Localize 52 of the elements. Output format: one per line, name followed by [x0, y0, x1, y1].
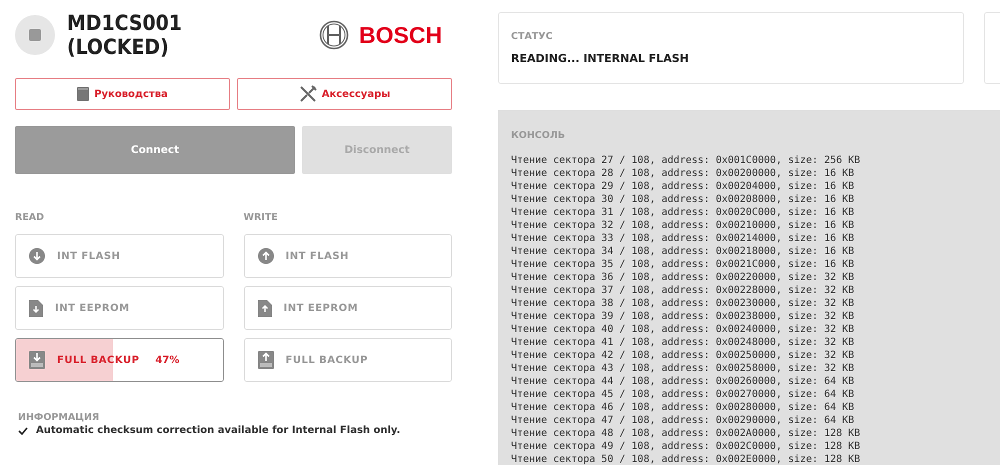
link-button[interactable]: Руководства [15, 78, 230, 110]
operation-button[interactable]: INT EEPROM [15, 286, 224, 330]
console-line: Чтение сектора 29 / 108, address: 0x00204000, size: 16 KB [511, 180, 854, 193]
up-arrow-circle-icon [258, 248, 274, 264]
operation-button[interactable]: INT FLASH [15, 234, 224, 278]
console-line: Чтение сектора 36 / 108, address: 0x00220000, size: 32 KB [511, 271, 854, 284]
console-line: Чтение сектора 44 / 108, address: 0x00260000, size: 64 KB [511, 375, 854, 388]
console-line: Чтение сектора 28 / 108, address: 0x00200000, size: 16 KB [511, 167, 854, 180]
operation-button[interactable]: FULL BACKUP 47% [15, 338, 224, 382]
console-line: Чтение сектора 50 / 108, address: 0x002E0000, size: 128 KB [511, 453, 860, 465]
brand-logo-icon [319, 20, 349, 50]
console-line: Чтение сектора 46 / 108, address: 0x00280000, size: 64 KB [511, 401, 854, 414]
console-line: Чтение сектора 41 / 108, address: 0x00248000, size: 32 KB [511, 336, 854, 349]
console-line: Чтение сектора 49 / 108, address: 0x002C0000, size: 128 KB [511, 440, 860, 453]
console-line: Чтение сектора 30 / 108, address: 0x00208000, size: 16 KB [511, 193, 854, 206]
status-value: READING... INTERNAL FLASH [511, 52, 690, 65]
console-line: Чтение сектора 33 / 108, address: 0x00214000, size: 16 KB [511, 232, 854, 245]
console-line: Чтение сектора 32 / 108, address: 0x00210000, size: 16 KB [511, 219, 854, 232]
console-title: КОНСОЛЬ [511, 130, 566, 141]
console-line: Чтение сектора 48 / 108, address: 0x002A0000, size: 128 KB [511, 427, 860, 440]
console-line: Чтение сектора 40 / 108, address: 0x00240000, size: 32 KB [511, 323, 854, 336]
console-line: Чтение сектора 31 / 108, address: 0x0020C000, size: 16 KB [511, 206, 854, 219]
section-title: READ [15, 212, 46, 223]
operation-button[interactable]: INT EEPROM [244, 286, 452, 330]
book-icon [77, 87, 90, 101]
operation-button[interactable]: INT FLASH [244, 234, 452, 278]
chip-avatar [15, 15, 55, 55]
console-line: Чтение сектора 34 / 108, address: 0x00218000, size: 16 KB [511, 245, 854, 258]
console-line: Чтение сектора 45 / 108, address: 0x00270000, size: 64 KB [511, 388, 854, 401]
check-icon [18, 426, 28, 434]
console-line: Чтение сектора 39 / 108, address: 0x00238000, size: 32 KB [511, 310, 854, 323]
status-title: СТАТУС [511, 31, 554, 42]
console-line: Чтение сектора 35 / 108, address: 0x0021C000, size: 16 KB [511, 258, 854, 271]
console-line: Чтение сектора 37 / 108, address: 0x00228000, size: 32 KB [511, 284, 854, 297]
document-arrow-icon [258, 300, 272, 316]
console-line: Чтение сектора 42 / 108, address: 0x00250000, size: 32 KB [511, 349, 854, 362]
info-title: ИНФОРМАЦИЯ [18, 412, 100, 423]
console-line: Чтение сектора 47 / 108, address: 0x00290000, size: 64 KB [511, 414, 854, 427]
down-arrow-circle-icon [29, 248, 45, 264]
connection-button[interactable]: Connect [15, 126, 295, 174]
tools-icon [298, 85, 317, 103]
console-line: Чтение сектора 43 / 108, address: 0x00258000, size: 32 KB [511, 362, 854, 375]
brand-name: BOSCH [359, 22, 442, 48]
device-title: MD1CS001 (LOCKED) [67, 11, 183, 59]
info-text: Automatic checksum correction available for Internal Flash only. [36, 425, 400, 436]
section-title: WRITE [244, 212, 279, 223]
console-line: Чтение сектора 27 / 108, address: 0x001C0000, size: 256 KB [511, 154, 860, 167]
card-background [984, 12, 1000, 84]
link-button[interactable]: Аксессуары [237, 78, 452, 110]
console-line: Чтение сектора 38 / 108, address: 0x00230000, size: 32 KB [511, 297, 854, 310]
document-arrow-icon [29, 300, 43, 316]
operation-button[interactable]: FULL BACKUP [244, 338, 452, 382]
